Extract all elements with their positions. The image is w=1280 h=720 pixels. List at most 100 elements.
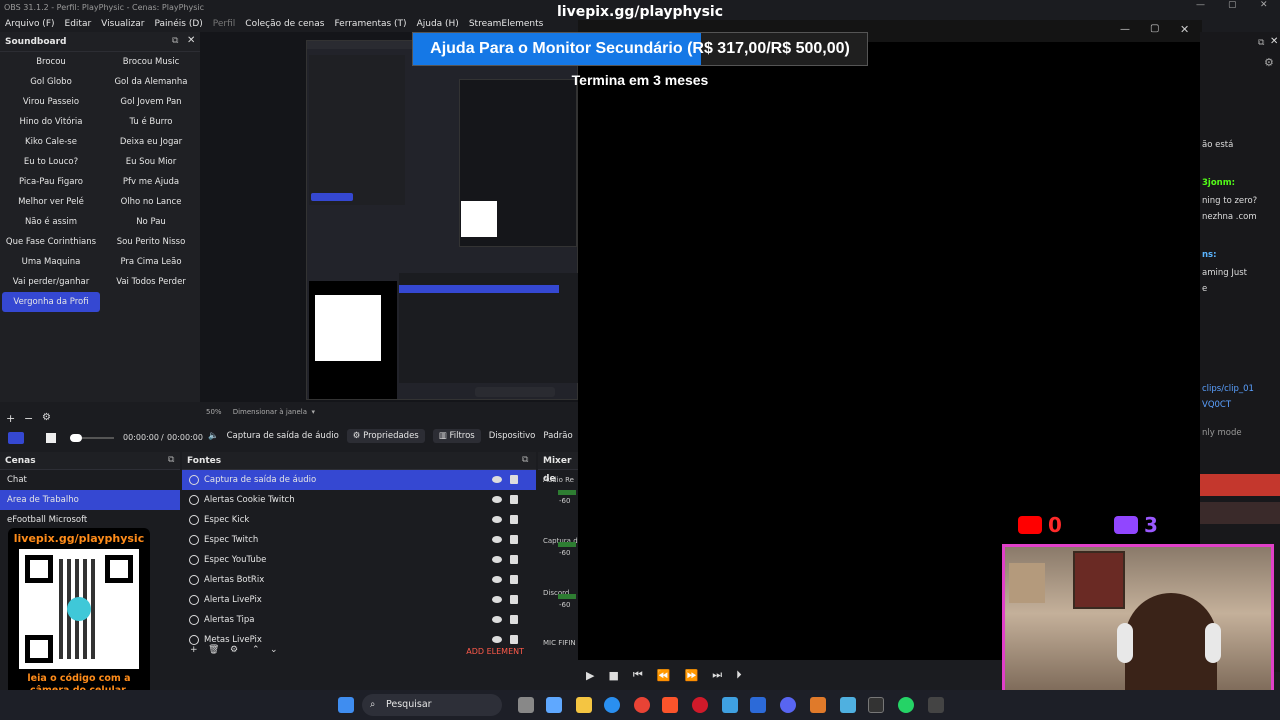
visibility-eye-icon[interactable] [492,576,502,583]
move-down-icon[interactable]: ⌄ [270,645,278,655]
soundboard-button[interactable]: Virou Passeio [2,92,100,112]
lock-icon[interactable] [510,475,518,484]
stop-icon[interactable]: ■ [608,669,618,682]
minimize-icon[interactable]: — [1120,24,1130,35]
visibility-eye-icon[interactable] [492,636,502,643]
next-icon[interactable]: ⏵ [736,668,742,682]
close-icon[interactable]: ✕ [1180,23,1189,36]
scene-item[interactable]: Chat [0,470,180,490]
lock-icon[interactable] [510,575,518,584]
seek-handle[interactable] [70,434,82,442]
soundboard-button[interactable]: Olho no Lance [102,192,200,212]
menu-docks[interactable]: Painéis (D) [154,16,202,32]
soundboard-button[interactable]: Brocou Music [102,52,200,72]
soundboard-button[interactable]: Pfv me Ajuda [102,172,200,192]
soundboard-button[interactable]: Gol da Alemanha [102,72,200,92]
file-explorer-icon[interactable] [576,697,592,713]
chat-link[interactable]: clips/clip_01 [1202,384,1254,394]
source-row[interactable]: Espec Twitch [182,530,536,550]
play-icon[interactable]: ▶ [586,669,594,682]
chrome-icon[interactable] [634,697,650,713]
edge-icon[interactable] [604,697,620,713]
maximize-icon[interactable]: ▢ [1150,23,1159,34]
soundboard-button[interactable]: Deixa eu Jogar [102,132,200,152]
opera-icon[interactable] [692,697,708,713]
undock-icon[interactable]: ⧉ [1258,38,1264,48]
menu-profile[interactable]: Perfil [213,16,236,32]
copilot-icon[interactable] [546,697,562,713]
soundboard-button[interactable]: Brocou [2,52,100,72]
store-icon[interactable] [722,697,738,713]
soundboard-button[interactable]: Vai perder/ganhar [2,272,100,292]
lock-icon[interactable] [510,555,518,564]
undock-icon[interactable]: ⧉ [522,455,528,465]
zoom-level[interactable]: 50% [206,408,222,416]
task-view-icon[interactable] [518,697,534,713]
menu-scene-collection[interactable]: Coleção de cenas [245,16,324,32]
lock-icon[interactable] [510,635,518,644]
source-row[interactable]: Alertas Tipa [182,610,536,630]
menu-edit[interactable]: Editar [65,16,92,32]
scene-item[interactable]: Area de Trabalho [0,490,180,510]
capcut-icon[interactable] [868,697,884,713]
undock-icon[interactable]: ⧉ [168,455,174,465]
soundboard-button[interactable]: Vergonha da Profi [2,292,100,312]
trash-icon[interactable]: 🗑 [208,645,219,655]
stop-icon[interactable] [46,433,56,443]
minimize-icon[interactable]: — [1196,0,1205,10]
source-row[interactable]: Alerta LivePix [182,590,536,610]
scene-item[interactable]: eFootball Microsoft [0,510,180,530]
source-row[interactable]: Alertas Cookie Twitch [182,490,536,510]
close-dock-icon[interactable]: ✕ [187,35,195,46]
soundboard-button[interactable]: Eu to Louco? [2,152,100,172]
source-row[interactable]: Espec YouTube [182,550,536,570]
visibility-eye-icon[interactable] [492,616,502,623]
soundboard-button[interactable]: No Pau [102,212,200,232]
move-up-icon[interactable]: ⌃ [252,645,260,655]
menu-view[interactable]: Visualizar [101,16,144,32]
close-dock-icon[interactable]: ✕ [1270,36,1278,47]
close-icon[interactable]: ✕ [1260,0,1268,10]
soundboard-button[interactable]: Não é assim [2,212,100,232]
rewind-icon[interactable]: ⏪ [657,669,671,682]
maximize-icon[interactable]: ▢ [1228,0,1237,10]
soundboard-button[interactable]: Eu Sou Mior [102,152,200,172]
visibility-eye-icon[interactable] [492,496,502,503]
soundboard-button[interactable]: Gol Globo [2,72,100,92]
soundboard-button[interactable]: Hino do Vitória [2,112,100,132]
source-row[interactable]: Captura de saída de áudio [182,470,536,490]
source-row[interactable]: Espec Kick [182,510,536,530]
chat-link[interactable]: VQ0CT [1202,400,1231,410]
forward-icon[interactable]: ⏩ [684,669,698,682]
visibility-eye-icon[interactable] [492,476,502,483]
app-icon[interactable] [810,697,826,713]
soundboard-button[interactable]: Uma Maquina [2,252,100,272]
filters-button[interactable]: ▥ Filtros [432,429,481,443]
undock-icon[interactable]: ⧉ [172,36,178,46]
lock-icon[interactable] [510,515,518,524]
lock-icon[interactable] [510,595,518,604]
visibility-eye-icon[interactable] [492,596,502,603]
soundboard-button[interactable]: Melhor ver Pelé [2,192,100,212]
add-source-icon[interactable]: + [190,645,198,655]
brave-icon[interactable] [662,697,678,713]
add-element-button[interactable]: ADD ELEMENT [466,647,524,656]
gear-icon[interactable]: ⚙ [230,645,238,655]
pause-icon[interactable] [8,432,24,444]
soundboard-button[interactable]: Kiko Cale-se [2,132,100,152]
soundboard-button[interactable]: Sou Perito Nisso [102,232,200,252]
soundboard-button[interactable]: Que Fase Corinthians [2,232,100,252]
discord-icon[interactable] [780,697,796,713]
gear-icon[interactable]: ⚙ [42,412,51,423]
windows-start-icon[interactable] [338,697,354,713]
remove-icon[interactable]: − [24,412,33,425]
skip-forward-icon[interactable]: ⏭ [712,668,722,682]
menu-streamelements[interactable]: StreamElements [469,16,544,32]
source-row[interactable]: Alertas BotRix [182,570,536,590]
lock-icon[interactable] [510,535,518,544]
soundboard-button[interactable]: Pra Cima Leão [102,252,200,272]
scale-mode[interactable]: Dimensionar à janela [233,408,307,416]
soundboard-button[interactable]: Vai Todos Perder [102,272,200,292]
menu-tools[interactable]: Ferramentas (T) [334,16,406,32]
lock-icon[interactable] [510,615,518,624]
